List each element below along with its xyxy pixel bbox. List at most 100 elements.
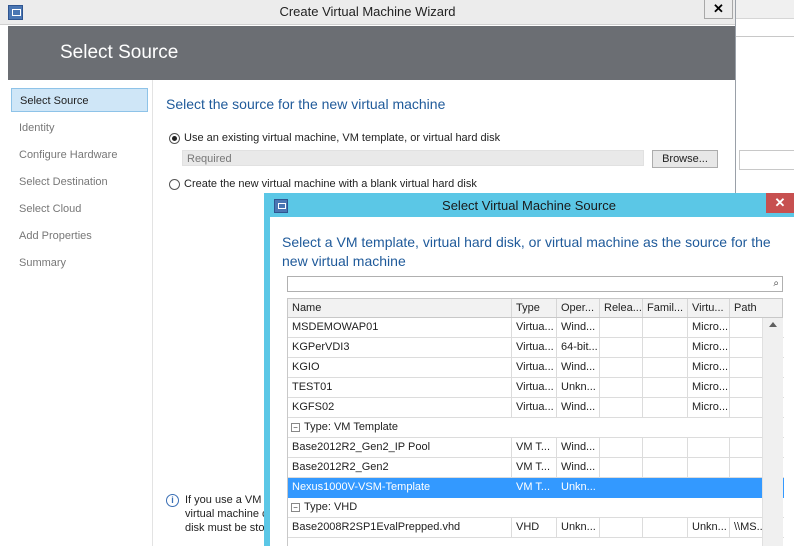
group-label: Type: VM Template — [304, 421, 398, 433]
search-input[interactable]: ⌕ — [287, 276, 783, 292]
nav-item-select-cloud[interactable]: Select Cloud — [11, 197, 148, 221]
cell-type: Virtua... — [512, 338, 557, 357]
group-header-vm-template[interactable]: − Type: VM Template — [288, 418, 784, 438]
table-row[interactable]: MSDEMOWAP01 Virtua... Wind... Micro... — [288, 318, 784, 338]
cell-virtualization: Unkn... — [688, 518, 730, 537]
cell-type: Virtua... — [512, 358, 557, 377]
cell-family — [643, 458, 688, 477]
group-header-vhd[interactable]: − Type: VHD — [288, 498, 784, 518]
content-heading: Select the source for the new virtual ma… — [166, 96, 446, 112]
table-row[interactable]: KGFS02 Virtua... Wind... Micro... — [288, 398, 784, 418]
column-header-name[interactable]: Name — [288, 299, 512, 317]
column-header-path[interactable]: Path — [730, 299, 784, 317]
cell-release — [600, 318, 643, 337]
dialog-title: Select Virtual Machine Source — [442, 198, 616, 213]
cell-virtualization — [688, 458, 730, 477]
grid-header: Name Type Oper... Relea... Famil... Virt… — [287, 298, 783, 318]
table-row-selected[interactable]: Nexus1000V-VSM-Template VM T... Unkn... — [288, 478, 784, 498]
table-row[interactable]: TEST01 Virtua... Unkn... Micro... — [288, 378, 784, 398]
cell-name: Base2012R2_Gen2_IP Pool — [288, 438, 512, 457]
source-path-field[interactable]: Required — [182, 150, 644, 166]
cell-family — [643, 398, 688, 417]
column-header-os[interactable]: Oper... — [557, 299, 600, 317]
group-label: Type: VHD — [304, 501, 358, 513]
nav-item-identity[interactable]: Identity — [11, 116, 148, 140]
option-blank-label[interactable]: Create the new virtual machine with a bl… — [184, 178, 477, 190]
cell-family — [643, 378, 688, 397]
cell-name: KGIO — [288, 358, 512, 377]
dialog-heading: Select a VM template, virtual hard disk,… — [282, 234, 771, 269]
info-text-line: disk must be sto — [185, 522, 265, 534]
cell-release — [600, 518, 643, 537]
cell-name: TEST01 — [288, 378, 512, 397]
option-existing-label[interactable]: Use an existing virtual machine, VM temp… — [184, 132, 500, 144]
cell-virtualization: Micro... — [688, 378, 730, 397]
select-vm-source-dialog: Select Virtual Machine Source ✕ Select a… — [264, 193, 794, 546]
cell-os: Wind... — [557, 458, 600, 477]
cell-virtualization: Micro... — [688, 318, 730, 337]
dialog-body: Select a VM template, virtual hard disk,… — [270, 217, 794, 546]
table-row[interactable]: KGIO Virtua... Wind... Micro... — [288, 358, 784, 378]
nav-item-add-properties[interactable]: Add Properties — [11, 224, 148, 248]
search-icon[interactable]: ⌕ — [773, 278, 779, 289]
cell-type: Virtua... — [512, 318, 557, 337]
cell-family — [643, 438, 688, 457]
cell-name: Base2012R2_Gen2 — [288, 458, 512, 477]
wizard-close-button[interactable]: ✕ — [704, 0, 733, 19]
cell-name: MSDEMOWAP01 — [288, 318, 512, 337]
nav-item-select-destination[interactable]: Select Destination — [11, 170, 148, 194]
cell-name: Base2008R2SP1EvalPrepped.vhd — [288, 518, 512, 537]
browse-button[interactable]: Browse... — [652, 150, 718, 168]
cell-family — [643, 358, 688, 377]
grid-scrollbar[interactable] — [762, 318, 783, 546]
radio-blank-disk[interactable] — [169, 179, 180, 190]
column-header-release[interactable]: Relea... — [600, 299, 643, 317]
nav-item-select-source[interactable]: Select Source — [11, 88, 148, 112]
cell-type: VM T... — [512, 438, 557, 457]
radio-existing-source[interactable] — [169, 133, 180, 144]
nav-item-configure-hardware[interactable]: Configure Hardware — [11, 143, 148, 167]
cell-os: Wind... — [557, 358, 600, 377]
background-titlebar — [735, 0, 794, 19]
collapse-toggle-icon[interactable]: − — [291, 423, 300, 432]
cell-release — [600, 378, 643, 397]
wizard-step-nav: Select Source Identity Configure Hardwar… — [8, 80, 153, 546]
cell-release — [600, 458, 643, 477]
cell-type: VM T... — [512, 478, 557, 497]
cell-release — [600, 358, 643, 377]
cell-virtualization: Micro... — [688, 338, 730, 357]
info-text-line: virtual machine c — [185, 508, 268, 520]
background-field — [739, 150, 794, 170]
cell-type: Virtua... — [512, 398, 557, 417]
cell-name: KGPerVDI3 — [288, 338, 512, 357]
page-title: Select Source — [60, 42, 179, 63]
cell-os: Wind... — [557, 438, 600, 457]
nav-item-summary[interactable]: Summary — [11, 251, 148, 275]
info-icon: i — [166, 494, 179, 507]
table-row[interactable]: Base2012R2_Gen2 VM T... Wind... — [288, 458, 784, 478]
cell-release — [600, 398, 643, 417]
table-row[interactable]: Base2012R2_Gen2_IP Pool VM T... Wind... — [288, 438, 784, 458]
cell-type: VHD — [512, 518, 557, 537]
table-row[interactable]: Base2008R2SP1EvalPrepped.vhd VHD Unkn...… — [288, 518, 784, 538]
cell-virtualization: Micro... — [688, 358, 730, 377]
cell-family — [643, 338, 688, 357]
column-header-virtualization[interactable]: Virtu... — [688, 299, 730, 317]
collapse-toggle-icon[interactable]: − — [291, 503, 300, 512]
cell-family — [643, 318, 688, 337]
cell-os: Unkn... — [557, 478, 600, 497]
background-divider — [735, 36, 794, 37]
cell-type: VM T... — [512, 458, 557, 477]
scroll-up-arrow-icon[interactable] — [769, 322, 777, 327]
dialog-close-button[interactable]: ✕ — [766, 193, 794, 213]
table-row[interactable]: KGPerVDI3 Virtua... 64-bit... Micro... — [288, 338, 784, 358]
cell-name: Nexus1000V-VSM-Template — [288, 478, 512, 497]
cell-virtualization: Micro... — [688, 398, 730, 417]
wizard-title: Create Virtual Machine Wizard — [279, 4, 456, 19]
wizard-header-band: Select Source — [8, 26, 735, 80]
cell-name: KGFS02 — [288, 398, 512, 417]
column-header-family[interactable]: Famil... — [643, 299, 688, 317]
cell-type: Virtua... — [512, 378, 557, 397]
column-header-type[interactable]: Type — [512, 299, 557, 317]
info-text-line: If you use a VM t — [185, 494, 268, 506]
